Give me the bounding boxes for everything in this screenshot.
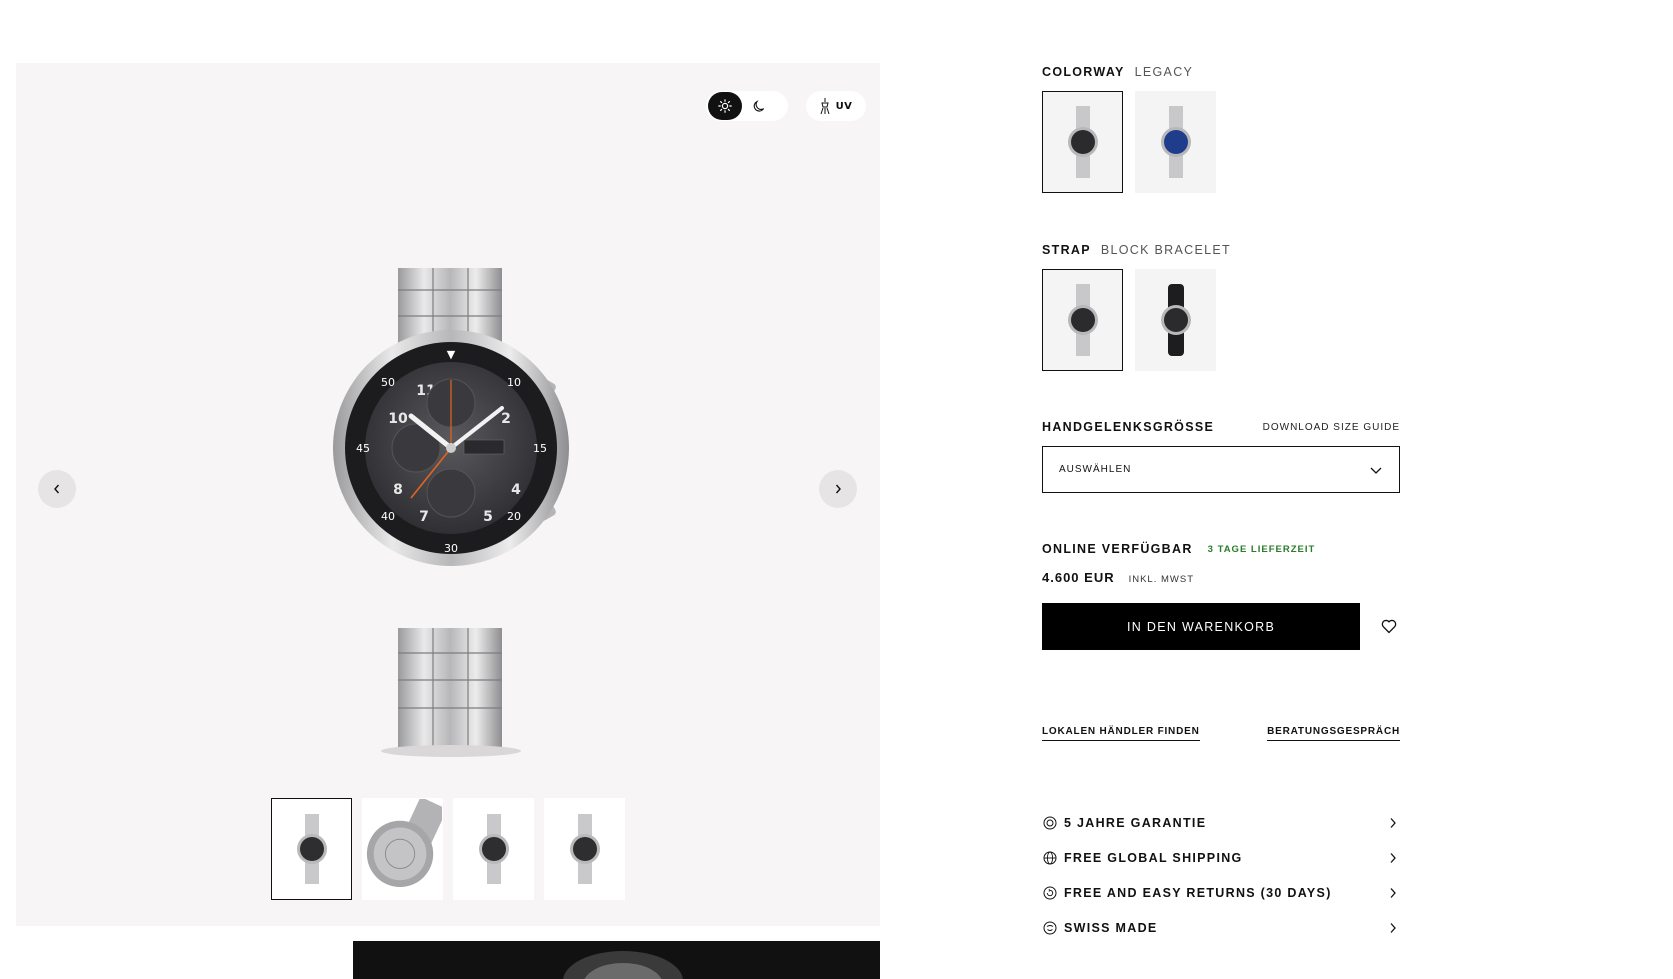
svg-text:10: 10: [388, 411, 408, 427]
watch-thumbnail-image: [569, 814, 600, 884]
svg-text:▼: ▼: [447, 348, 456, 361]
thumbnail-side[interactable]: [544, 798, 625, 900]
colorway-options: [1042, 91, 1216, 193]
watch-thumbnail-image: [296, 814, 327, 884]
watch-swatch-image: [1067, 106, 1098, 178]
swiss-icon: [1042, 920, 1058, 936]
thumbnail-front[interactable]: [271, 798, 352, 900]
globe-icon: [1042, 850, 1058, 866]
gallery-next-button[interactable]: [819, 470, 857, 508]
benefit-returns[interactable]: FREE AND EASY RETURNS (30 DAYS): [1042, 875, 1400, 910]
thumbnail-strip: [271, 798, 625, 900]
uv-label: UV: [835, 100, 853, 112]
benefit-label: 5 JAHRE GARANTIE: [1064, 815, 1207, 830]
colorway-value: LEGACY: [1134, 65, 1194, 79]
colorway-heading: COLORWAY LEGACY: [1042, 65, 1216, 79]
price-amount: 4.600 EUR: [1042, 570, 1115, 585]
gallery-prev-button[interactable]: [38, 470, 76, 508]
moon-icon: [753, 99, 764, 112]
consultation-link[interactable]: BERATUNGSGESPRÄCH: [1267, 726, 1400, 741]
warranty-icon: [1042, 815, 1058, 831]
watch-swatch-image: [1160, 284, 1191, 356]
svg-text:45: 45: [356, 442, 370, 455]
colorway-option-blue[interactable]: [1135, 91, 1216, 193]
benefit-swiss-made[interactable]: SWISS MADE: [1042, 910, 1400, 945]
uv-mode-button[interactable]: UV: [806, 91, 866, 121]
light-mode-button[interactable]: [708, 92, 742, 120]
chevron-right-icon: [1386, 922, 1400, 934]
caseback-thumbnail-image: [366, 799, 442, 888]
strap-value: BLOCK BRACELET: [1100, 243, 1231, 257]
chevron-right-icon: [1386, 852, 1400, 864]
benefit-label: FREE GLOBAL SHIPPING: [1064, 850, 1243, 865]
benefits-list: 5 JAHRE GARANTIE FREE GLOBAL SHIPPING FR…: [1042, 805, 1400, 945]
returns-icon: [1042, 885, 1058, 901]
svg-text:2: 2: [501, 411, 511, 427]
watch-swatch-image: [1067, 284, 1098, 356]
svg-text:50: 50: [381, 376, 395, 389]
benefit-label: SWISS MADE: [1064, 920, 1158, 935]
watch-thumbnail-image: [478, 814, 509, 884]
strap-heading: STRAP BLOCK BRACELET: [1042, 243, 1231, 257]
svg-text:15: 15: [533, 442, 547, 455]
price-tax-note: INKL. MWST: [1128, 574, 1195, 585]
svg-text:10: 10: [507, 376, 521, 389]
download-size-guide-link[interactable]: DOWNLOAD SIZE GUIDE: [1263, 422, 1400, 433]
strap-title: STRAP: [1042, 243, 1091, 257]
light-mode-toggle[interactable]: [706, 91, 788, 121]
svg-text:40: 40: [381, 510, 395, 523]
svg-text:5: 5: [483, 509, 493, 525]
delivery-time: 3 TAGE LIEFERZEIT: [1207, 543, 1316, 555]
thumbnail-caseback[interactable]: [362, 798, 443, 900]
portrait-photo: [563, 951, 683, 979]
chevron-right-icon: [1386, 887, 1400, 899]
chevron-left-icon: [54, 484, 60, 494]
uv-lamp-icon: [820, 98, 830, 115]
add-to-cart-button[interactable]: IN DEN WARENKORB: [1042, 603, 1361, 650]
chevron-right-icon: [835, 484, 841, 494]
chevron-right-icon: [1386, 817, 1400, 829]
sun-icon: [718, 99, 732, 113]
availability-status: ONLINE VERFÜGBAR: [1042, 542, 1193, 556]
benefit-warranty[interactable]: 5 JAHRE GARANTIE: [1042, 805, 1400, 840]
wrist-size-select[interactable]: AUSWÄHLEN: [1042, 446, 1400, 493]
product-gallery: UV ▼ 15 30 45 10 20 40 50 10 11 2 4 5 7 …: [16, 63, 880, 926]
watch-swatch-image: [1160, 106, 1191, 178]
benefit-shipping[interactable]: FREE GLOBAL SHIPPING: [1042, 840, 1400, 875]
night-mode-button[interactable]: [742, 92, 776, 120]
svg-text:30: 30: [444, 542, 458, 555]
strap-option-rubber[interactable]: [1135, 269, 1216, 371]
chevron-down-icon: [1370, 467, 1382, 474]
colorway-option-legacy[interactable]: [1042, 91, 1123, 193]
svg-text:4: 4: [511, 482, 521, 498]
svg-text:20: 20: [507, 510, 521, 523]
strap-option-bracelet[interactable]: [1042, 269, 1123, 371]
svg-text:7: 7: [419, 509, 429, 525]
benefit-label: FREE AND EASY RETURNS (30 DAYS): [1064, 885, 1332, 900]
colorway-title: COLORWAY: [1042, 65, 1125, 79]
wishlist-button[interactable]: [1378, 616, 1400, 638]
editorial-banner-image: [353, 941, 880, 979]
thumbnail-angle[interactable]: [453, 798, 534, 900]
find-local-dealer-link[interactable]: LOKALEN HÄNDLER FINDEN: [1042, 726, 1200, 741]
watch-main-image: ▼ 15 30 45 10 20 40 50 1011 24 578: [333, 268, 569, 757]
heart-icon: [1381, 619, 1397, 634]
strap-options: [1042, 269, 1231, 371]
svg-text:8: 8: [393, 482, 403, 498]
wrist-size-select-value: AUSWÄHLEN: [1059, 464, 1132, 475]
wrist-size-title: HANDGELENKSGRÖSSE: [1042, 420, 1215, 434]
